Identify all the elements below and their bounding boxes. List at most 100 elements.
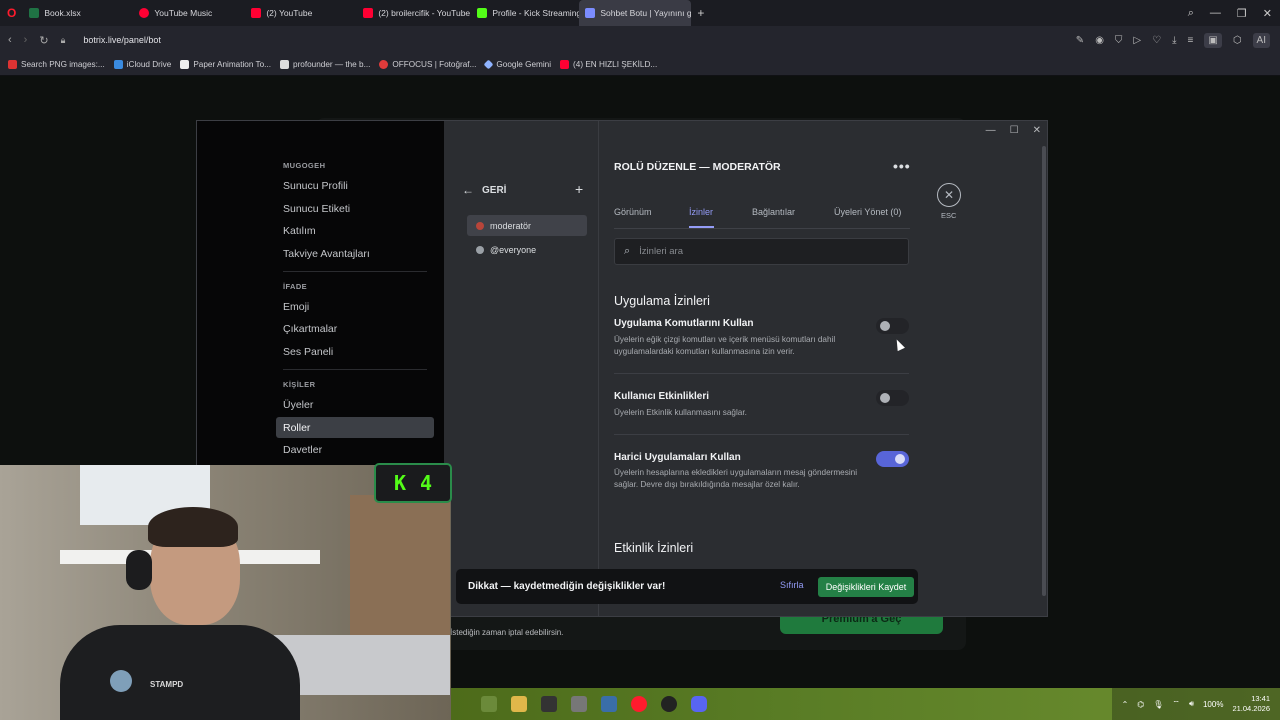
- app-icon[interactable]: [571, 696, 587, 712]
- role-item-everyone[interactable]: @everyone: [467, 239, 587, 260]
- clock[interactable]: 13:41 21.04.2026: [1232, 694, 1270, 714]
- toggle-knob: [895, 454, 905, 464]
- scrollbar[interactable]: [1042, 146, 1046, 596]
- camera-icon[interactable]: ◉: [1095, 35, 1104, 46]
- bookmark-favicon-icon: [379, 60, 389, 69]
- reload-icon[interactable]: ↻: [39, 34, 48, 47]
- download-icon[interactable]: ⤓: [1172, 35, 1176, 46]
- restore-icon[interactable]: ❐: [1237, 7, 1247, 20]
- sidebar-item-boost-perks[interactable]: Takviye Avantajları: [276, 243, 434, 264]
- tab-links[interactable]: Bağlantılar: [752, 207, 795, 217]
- back-icon[interactable]: ‹: [8, 34, 12, 46]
- sidebar-item-roles[interactable]: Roller: [276, 417, 434, 438]
- terminal-icon[interactable]: [541, 696, 557, 712]
- browser-tab[interactable]: (2) broilercifik - YouTube: [357, 0, 471, 26]
- unsaved-changes-text: Dikkat — kaydetmediğin değişiklikler var…: [468, 581, 666, 592]
- search-icon[interactable]: [481, 696, 497, 712]
- wifi-icon[interactable]: ⌔: [1172, 699, 1180, 709]
- browser-tab[interactable]: Book.xlsx: [23, 0, 133, 26]
- toggle-knob: [880, 393, 890, 403]
- permission-title: Kullanıcı Etkinlikleri: [614, 391, 710, 402]
- search-input[interactable]: [639, 246, 890, 257]
- sidebar-item-onboarding[interactable]: Katılım: [276, 220, 434, 241]
- more-options-icon[interactable]: •••: [893, 158, 911, 174]
- bookmark[interactable]: Google Gemini: [483, 59, 551, 70]
- sidebar-divider: [283, 369, 427, 370]
- file-explorer-icon[interactable]: [511, 696, 527, 712]
- sidebar-item-stickers[interactable]: Çıkartmalar: [276, 318, 434, 339]
- microphone-icon[interactable]: 🎙︎: [1153, 700, 1163, 709]
- close-icon[interactable]: ✕: [1263, 7, 1272, 20]
- browser-tab[interactable]: (2) YouTube: [245, 0, 357, 26]
- discord-icon[interactable]: [691, 696, 707, 712]
- new-tab-icon[interactable]: +: [691, 6, 710, 20]
- sidebar-item-server-tag[interactable]: Sunucu Etiketi: [276, 198, 434, 219]
- reset-button[interactable]: Sıfırla: [780, 580, 804, 590]
- battery-indicator[interactable]: 100%: [1203, 700, 1223, 709]
- network-icon[interactable]: ⌬: [1137, 700, 1144, 709]
- add-role-icon[interactable]: +: [575, 181, 583, 197]
- sidebar-item-members[interactable]: Üyeler: [276, 394, 434, 415]
- sidebar-item-emoji[interactable]: Emoji: [276, 296, 434, 317]
- url-field[interactable]: botrix.live/panel/bot: [83, 35, 161, 45]
- opera-icon[interactable]: [631, 696, 647, 712]
- edit-icon[interactable]: ✎: [1076, 35, 1084, 46]
- bookmark[interactable]: Paper Animation To...: [180, 60, 271, 69]
- bookmark[interactable]: OFFOCUS | Fotoğraf...: [379, 60, 476, 69]
- tab-display[interactable]: Görünüm: [614, 207, 652, 217]
- sidebar-item-invites[interactable]: Davetler: [276, 439, 434, 460]
- bookmark[interactable]: iCloud Drive: [113, 60, 171, 69]
- viewer-count: 4: [420, 471, 433, 495]
- play-icon[interactable]: ▷: [1133, 35, 1141, 46]
- system-tray: ⌃ ⌬ 🎙︎ ⌔ 🔊︎ 100% 13:41 21.04.2026: [1111, 688, 1280, 720]
- sidebar-item-soundboard[interactable]: Ses Paneli: [276, 341, 434, 362]
- browser-tab[interactable]: Profile - Kick Streaming: [471, 0, 579, 26]
- heart-icon[interactable]: ♡: [1152, 35, 1161, 46]
- obs-icon[interactable]: [661, 696, 677, 712]
- cancel-info-text: İstediğin zaman iptal edebilirsin.: [450, 628, 564, 637]
- back-button[interactable]: ← GERİ: [462, 183, 506, 197]
- opera-menu-icon[interactable]: O: [0, 0, 23, 26]
- aria-icon[interactable]: AI: [1252, 32, 1270, 48]
- shield-icon[interactable]: ⛉: [1115, 35, 1123, 46]
- forward-icon[interactable]: ›: [24, 34, 28, 46]
- chevron-up-icon[interactable]: ⌃: [1122, 700, 1129, 709]
- role-item-moderator[interactable]: moderatör: [467, 215, 587, 236]
- bookmark-favicon-icon: [280, 60, 290, 69]
- browser-tab-active[interactable]: Sohbet Botu | Yayınını güç...: [579, 0, 692, 26]
- close-settings-icon[interactable]: ✕: [937, 183, 961, 207]
- bookmark[interactable]: (4) EN HIZLI ŞEKİLD...: [560, 60, 657, 69]
- sidebar-divider: [283, 271, 427, 272]
- bookmark[interactable]: profounder — the b...: [280, 60, 370, 69]
- bookmark[interactable]: Search PNG images:...: [8, 60, 105, 69]
- bookmark-favicon-icon: [180, 60, 190, 69]
- esc-label: ESC: [941, 211, 957, 220]
- taskbar: ⌃ ⌬ 🎙︎ ⌔ 🔊︎ 100% 13:41 21.04.2026: [451, 688, 1280, 720]
- arrow-left-icon: ←: [462, 183, 474, 197]
- lock-icon: 🔒︎: [60, 34, 66, 45]
- permission-search: ⌕: [614, 238, 909, 265]
- unsaved-changes-bar: Dikkat — kaydetmediğin değişiklikler var…: [456, 569, 918, 604]
- permission-toggle[interactable]: [876, 451, 909, 467]
- minimize-icon[interactable]: —: [1210, 7, 1221, 19]
- profile-icon[interactable]: ▣: [1204, 32, 1222, 48]
- permission-toggle[interactable]: [876, 318, 909, 334]
- tab-permissions[interactable]: İzinler: [689, 207, 713, 217]
- icloud-icon: [113, 60, 123, 69]
- app-icon[interactable]: [601, 696, 617, 712]
- menu-icon[interactable]: ≡: [1188, 35, 1194, 46]
- save-changes-button[interactable]: Değişiklikleri Kaydet: [818, 577, 914, 597]
- browser-tab[interactable]: YouTube Music: [133, 0, 245, 26]
- youtube-icon: [560, 60, 570, 69]
- tab-manage-members[interactable]: Üyeleri Yönet (0): [834, 207, 901, 217]
- volume-icon[interactable]: 🔊︎: [1189, 699, 1194, 709]
- streamer-hair: [148, 507, 238, 547]
- sidebar-item-server-profile[interactable]: Sunucu Profili: [276, 175, 434, 196]
- kick-logo-icon: K: [393, 471, 406, 495]
- active-tab-indicator: [689, 226, 714, 228]
- extension-icon[interactable]: ⬡: [1233, 35, 1242, 46]
- search-icon[interactable]: ⌕: [1188, 7, 1194, 20]
- toggle-knob: [880, 321, 890, 331]
- gemini-icon: [483, 59, 494, 70]
- permission-toggle[interactable]: [876, 390, 909, 406]
